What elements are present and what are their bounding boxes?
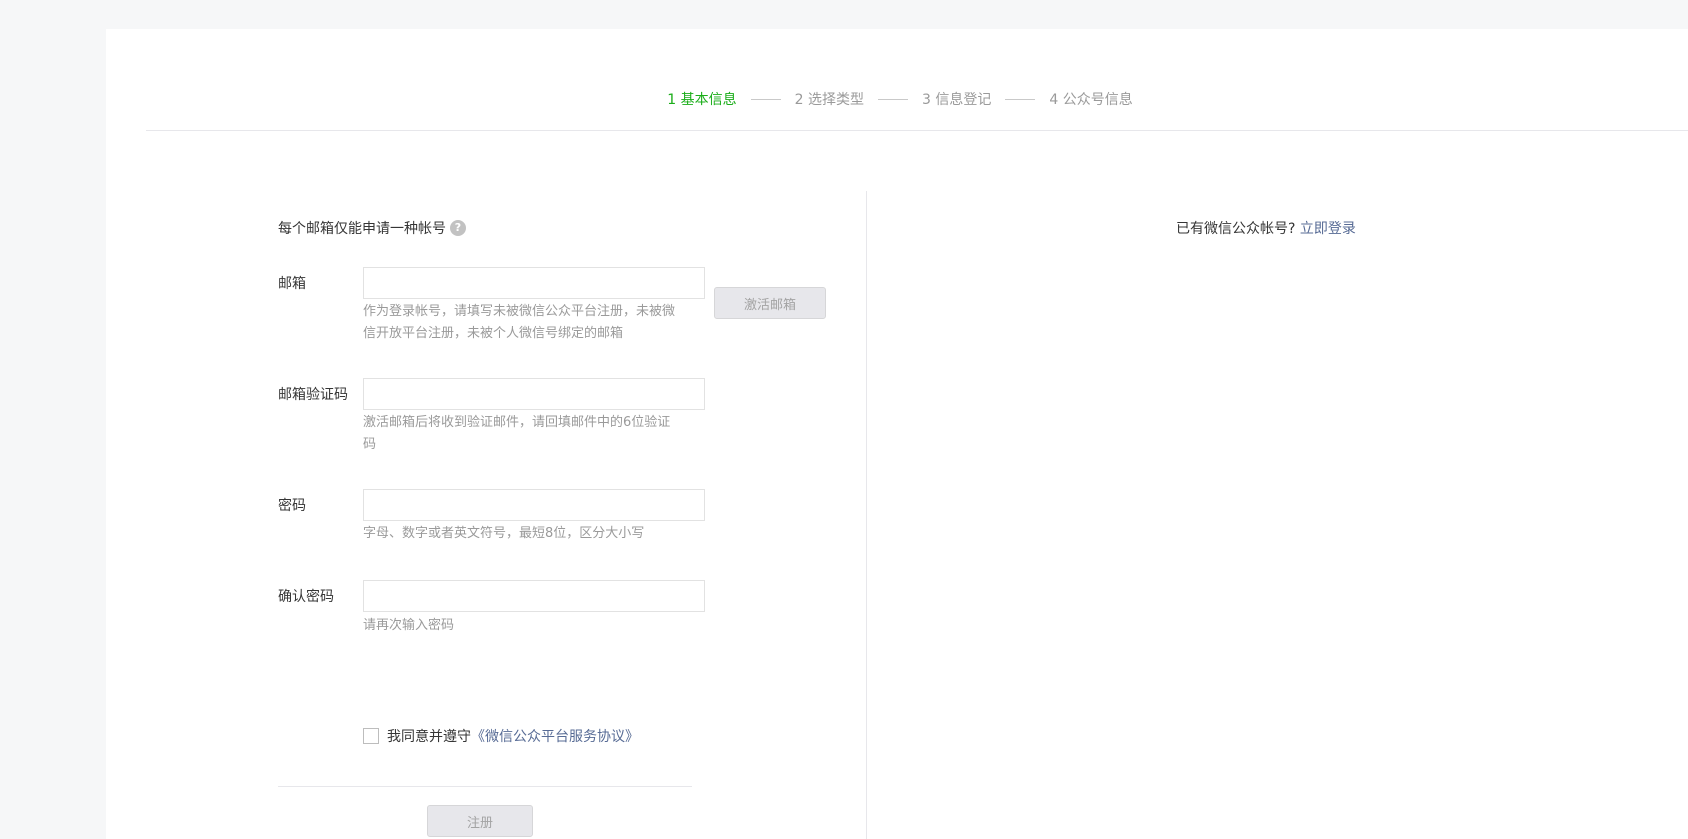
register-panel: 1 基本信息 2 选择类型 3 信息登记 4 公众号信息 每个邮箱仅能申请一种帐… [106, 29, 1688, 839]
step-bar: 1 基本信息 2 选择类型 3 信息登记 4 公众号信息 [146, 29, 1688, 131]
step-separator [750, 98, 781, 100]
help-icon[interactable]: ? [450, 220, 466, 236]
step-account-info: 4 公众号信息 [1049, 92, 1133, 108]
password-label: 密码 [278, 498, 306, 514]
agreement-link[interactable]: 《微信公众平台服务协议》 [471, 726, 639, 746]
email-hint: 作为登录帐号，请填写未被微信公众平台注册，未被微信开放平台注册，未被个人微信号绑… [363, 304, 676, 341]
email-input[interactable] [363, 267, 705, 299]
confirm-password-input[interactable] [363, 580, 705, 612]
agree-checkbox[interactable] [363, 728, 379, 744]
activate-email-button[interactable]: 激活邮箱 [714, 287, 826, 319]
confirm-password-hint: 请再次输入密码 [363, 618, 455, 633]
step-choose-type: 2 选择类型 [794, 92, 864, 108]
code-label: 邮箱验证码 [278, 387, 348, 403]
step-separator [1005, 98, 1036, 100]
form-divider [278, 786, 692, 787]
step-info-register: 3 信息登记 [922, 92, 992, 108]
login-prompt-text: 已有微信公众帐号? [1176, 221, 1296, 237]
step-basic-info: 1 基本信息 [667, 92, 737, 108]
password-hint: 字母、数字或者英文符号，最短8位，区分大小写 [363, 526, 645, 541]
confirm-password-label: 确认密码 [278, 589, 334, 605]
login-link[interactable]: 立即登录 [1300, 221, 1356, 237]
email-tip-text: 每个邮箱仅能申请一种帐号 [278, 221, 446, 237]
email-label: 邮箱 [278, 276, 306, 292]
agreement-row: 我同意并遵守 《微信公众平台服务协议》 [363, 726, 639, 746]
column-divider [866, 191, 867, 839]
email-code-input[interactable] [363, 378, 705, 410]
login-prompt: 已有微信公众帐号? 立即登录 [1176, 218, 1356, 238]
email-tip: 每个邮箱仅能申请一种帐号 ? [278, 218, 466, 238]
agree-text: 我同意并遵守 [387, 729, 471, 745]
step-separator [878, 98, 908, 100]
code-hint: 激活邮箱后将收到验证邮件，请回填邮件中的6位验证码 [363, 415, 671, 452]
password-input[interactable] [363, 489, 705, 521]
register-button[interactable]: 注册 [427, 805, 533, 837]
